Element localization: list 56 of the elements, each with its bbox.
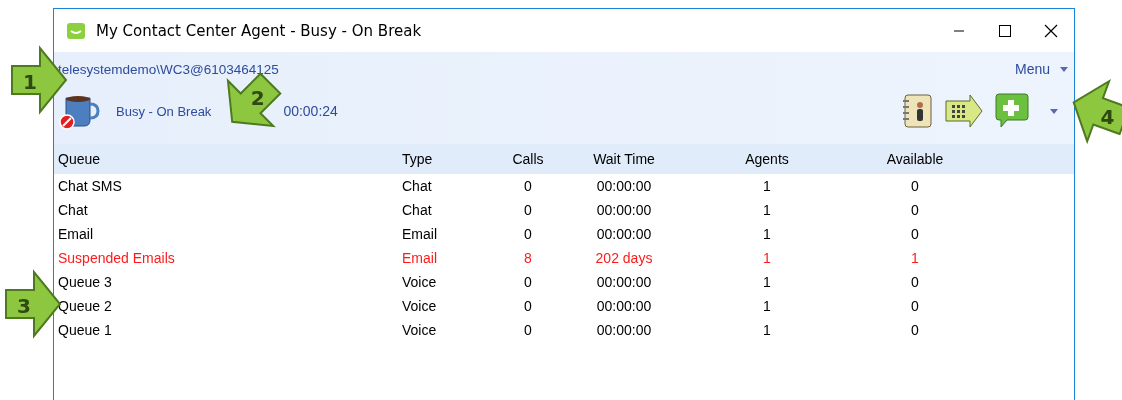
- table-cell: Chat: [398, 174, 496, 198]
- table-cell-text: 8: [523, 249, 533, 268]
- table-cell-text: Voice: [401, 273, 438, 292]
- table-cell: Chat SMS: [54, 174, 398, 198]
- table-cell-text: Chat: [57, 201, 89, 220]
- table-cell-text: 0: [523, 297, 533, 316]
- table-cell-text: 1: [762, 321, 772, 340]
- table-cell-text: 00:00:00: [595, 297, 653, 316]
- status-dropdown[interactable]: Busy - On Break: [116, 103, 212, 119]
- table-cell-text: 0: [523, 273, 533, 292]
- table-cell: 00:00:00: [560, 174, 688, 198]
- table-cell-text: 0: [910, 201, 920, 220]
- column-header[interactable]: Available: [846, 144, 984, 174]
- add-chat-icon[interactable]: [994, 93, 1030, 129]
- column-header[interactable]: Agents: [688, 144, 846, 174]
- table-cell-text: 0: [910, 297, 920, 316]
- table-cell-text: 1: [762, 297, 772, 316]
- table-cell: 1: [688, 174, 846, 198]
- column-header[interactable]: Calls: [496, 144, 560, 174]
- column-header[interactable]: Queue: [54, 144, 398, 174]
- window-title: My Contact Center Agent - Busy - On Break: [96, 21, 422, 40]
- dialpad-arrow-icon[interactable]: [944, 94, 984, 128]
- table-cell: 0: [846, 174, 984, 198]
- table-cell-text: 00:00:00: [595, 321, 653, 340]
- table-cell-text: Suspended Emails: [57, 249, 176, 268]
- table-cell-text: Email: [57, 225, 94, 244]
- table-cell-text: Email: [401, 249, 438, 268]
- table-cell-text: 202 days: [594, 249, 654, 268]
- table-cell-text: 00:00:00: [595, 225, 653, 244]
- menu-button[interactable]: Menu: [1014, 61, 1050, 77]
- table-cell-text: 0: [523, 201, 533, 220]
- column-header[interactable]: Type: [398, 144, 496, 174]
- table-cell-text: 1: [762, 225, 772, 244]
- table-cell-text: Email: [401, 225, 438, 244]
- status-timer: 00:00:24: [283, 103, 338, 119]
- table-cell-text: Chat: [401, 201, 433, 220]
- table-cell-text: Voice: [401, 321, 438, 340]
- app-icon: [66, 20, 86, 41]
- table-cell-text: 0: [910, 321, 920, 340]
- table-cell-text: 0: [523, 225, 533, 244]
- table-cell-text: 1: [762, 201, 772, 220]
- account-label: telesystemdemo\WC3@6103464125: [58, 61, 279, 77]
- table-cell-text: 00:00:00: [595, 201, 653, 220]
- table-cell-text: 00:00:00: [595, 273, 653, 292]
- address-book-icon[interactable]: [900, 93, 934, 129]
- table-cell-text: 1: [910, 249, 920, 268]
- table-cell: 0: [496, 174, 560, 198]
- table-cell-text: Voice: [401, 297, 438, 316]
- table-cell-text: 0: [910, 225, 920, 244]
- caret-icon[interactable]: [1060, 66, 1068, 72]
- table-cell-text: 0: [523, 321, 533, 340]
- caret-icon[interactable]: [1050, 108, 1058, 114]
- table-cell-text: 1: [762, 249, 772, 268]
- table-cell-text: 1: [762, 273, 772, 292]
- column-header[interactable]: Wait Time: [560, 144, 688, 174]
- table-cell-text: 0: [910, 273, 920, 292]
